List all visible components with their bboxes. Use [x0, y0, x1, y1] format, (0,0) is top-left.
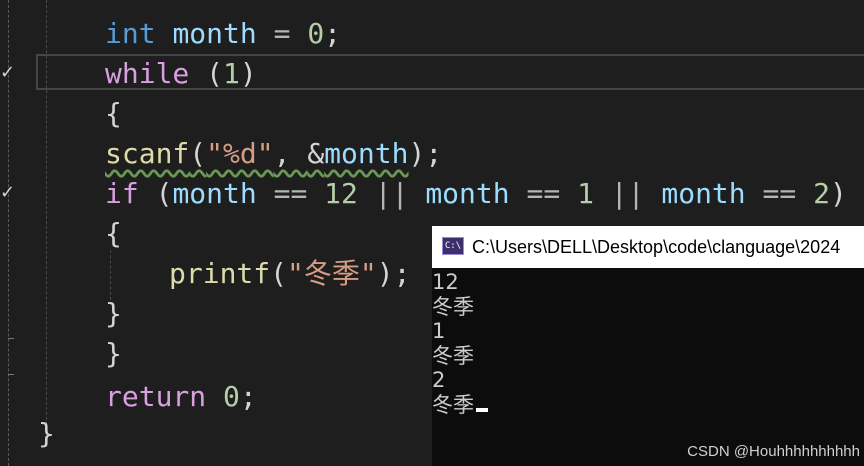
paren: ): [829, 177, 847, 210]
fold-marker: [8, 374, 14, 375]
string-literal: "冬季": [287, 257, 377, 290]
function-name: scanf: [105, 137, 190, 170]
console-title-bar[interactable]: C:\ C:\Users\DELL\Desktop\code\clanguage…: [432, 226, 864, 268]
keyword: int: [105, 17, 156, 50]
console-app-icon: C:\: [442, 237, 464, 255]
variable: month: [425, 177, 510, 210]
variable: month: [172, 17, 257, 50]
console-window[interactable]: C:\ C:\Users\DELL\Desktop\code\clanguage…: [432, 226, 864, 466]
variable: month: [172, 177, 257, 210]
function-name: printf: [169, 257, 271, 290]
code-line-2: while (1): [105, 54, 257, 94]
paren: (: [270, 257, 288, 290]
operator: ==: [745, 177, 814, 210]
operator: ==: [256, 177, 325, 210]
operator: =: [256, 17, 308, 50]
variable: month: [661, 177, 746, 210]
console-line: 冬季: [432, 343, 474, 368]
paren: (: [189, 57, 224, 90]
paren: );: [408, 137, 443, 170]
operator: ||: [593, 177, 662, 210]
text-cursor: [476, 407, 488, 412]
semicolon: ;: [324, 17, 342, 50]
code-line-8: }: [105, 297, 122, 330]
code-line-3: {: [105, 97, 122, 130]
warning-squiggle: scanf("%d", &month: [105, 137, 408, 170]
console-output[interactable]: 12 冬季 1 冬季 2 冬季: [432, 270, 488, 417]
fold-marker: [8, 338, 14, 339]
number: 0: [307, 17, 325, 50]
console-line: 冬季: [432, 392, 474, 417]
string-literal: "%d": [206, 137, 274, 170]
paren: (: [189, 137, 207, 170]
variable: month: [324, 137, 409, 170]
number: 1: [223, 57, 240, 90]
operator: ==: [509, 177, 578, 210]
console-line: 12: [432, 270, 459, 294]
paren: ): [239, 57, 257, 90]
code-line-5: if (month == 12 || month == 1 || month =…: [105, 174, 847, 214]
console-line-last: 冬季: [432, 393, 488, 418]
checkmark-icon: ✓: [0, 62, 16, 83]
keyword: if: [105, 177, 139, 210]
paren: );: [376, 257, 411, 290]
number: 1: [577, 177, 594, 210]
separator: ,: [273, 137, 308, 170]
code-line-9: }: [105, 337, 122, 370]
code-line-1: int month = 0;: [105, 14, 341, 54]
number: 12: [324, 177, 358, 210]
console-title: C:\Users\DELL\Desktop\code\clanguage\202…: [472, 237, 841, 257]
console-line: 2: [432, 368, 446, 392]
keyword: return: [105, 380, 207, 413]
ampersand: &: [307, 137, 325, 170]
code-line-10: return 0;: [105, 377, 257, 417]
operator: ||: [357, 177, 426, 210]
number: 2: [813, 177, 830, 210]
code-line-11: }: [38, 417, 55, 450]
code-line-6: {: [105, 217, 122, 250]
indent-guide: [110, 250, 111, 300]
paren: (: [138, 177, 173, 210]
watermark: CSDN @Houhhhhhhhhhh: [687, 443, 860, 460]
checkmark-icon: ✓: [0, 182, 16, 203]
semicolon: ;: [239, 380, 257, 413]
keyword: while: [105, 57, 190, 90]
console-line: 冬季: [432, 294, 474, 319]
console-line: 1: [432, 319, 446, 343]
number: 0: [206, 380, 240, 413]
code-line-4: scanf("%d", &month);: [105, 134, 442, 174]
code-line-7: printf("冬季");: [169, 254, 410, 294]
